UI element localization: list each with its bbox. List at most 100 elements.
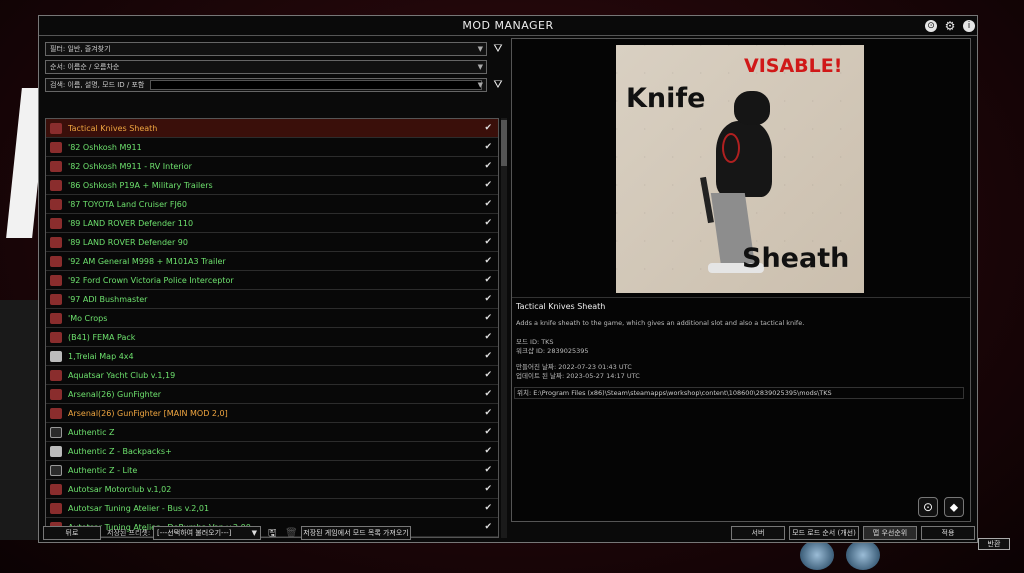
enabled-check-icon[interactable]: ✔ — [484, 138, 492, 157]
enabled-check-icon[interactable]: ✔ — [484, 461, 492, 480]
character-figure-part — [722, 133, 740, 163]
mod-list-item[interactable]: '92 Ford Crown Victoria Police Intercept… — [46, 271, 498, 290]
search-row: 검색: 이름, 설명, 모드 ID / 포함 ▼ — [45, 78, 487, 92]
mod-name: '82 Oshkosh M911 - RV Interior — [68, 162, 192, 171]
mod-list-item[interactable]: '89 LAND ROVER Defender 90 ✔ — [46, 233, 498, 252]
back-button[interactable]: 뒤로 — [43, 526, 101, 540]
knife-mod-icon — [50, 123, 62, 134]
filter-funnel-icon[interactable]: ⛛ — [491, 42, 505, 56]
enabled-check-icon[interactable]: ✔ — [484, 157, 492, 176]
load-order-button[interactable]: 모드 로드 순서 (개선) — [789, 526, 859, 540]
info-icon[interactable]: i — [963, 20, 975, 32]
filter-dropdown[interactable]: 필터: 일반, 즐겨찾기 ▼ — [45, 42, 487, 56]
tag-icon[interactable]: ⬥ — [944, 497, 964, 517]
enabled-check-icon[interactable]: ✔ — [484, 214, 492, 233]
mod-list-item[interactable]: '92 AM General M998 + M101A3 Trailer ✔ — [46, 252, 498, 271]
mod-manager-window: MOD MANAGER ⊙ ⚙ i 필터: 일반, 즐겨찾기 ▼ ⛛ 순서: 이… — [38, 15, 978, 543]
enabled-check-icon[interactable]: ✔ — [484, 385, 492, 404]
mod-list-item[interactable]: Arsenal(26) GunFighter [MAIN MOD 2,0] ✔ — [46, 404, 498, 423]
mod-list-item[interactable]: '97 ADI Bushmaster ✔ — [46, 290, 498, 309]
mod-name: Authentic Z - Backpacks+ — [68, 447, 172, 456]
knife-mod-icon — [50, 199, 62, 210]
mod-list-item[interactable]: Arsenal(26) GunFighter ✔ — [46, 385, 498, 404]
knife-mod-icon — [50, 332, 62, 343]
enabled-check-icon[interactable]: ✔ — [484, 347, 492, 366]
mod-list-item[interactable]: Tactical Knives Sheath ✔ — [46, 119, 498, 138]
preview-text-knife: Knife — [626, 83, 706, 114]
mod-list-item[interactable]: '82 Oshkosh M911 - RV Interior ✔ — [46, 157, 498, 176]
mod-list-item[interactable]: Autotsar Motorclub v.1,02 ✔ — [46, 480, 498, 499]
knife-mod-icon — [50, 408, 62, 419]
mod-list-item[interactable]: '87 TOYOTA Land Cruiser FJ60 ✔ — [46, 195, 498, 214]
mod-name: '92 Ford Crown Victoria Police Intercept… — [68, 276, 234, 285]
steam-icon[interactable]: ⊙ — [925, 20, 937, 32]
scrollbar-track[interactable] — [501, 118, 507, 538]
enabled-check-icon[interactable]: ✔ — [484, 290, 492, 309]
mod-list-item[interactable]: '86 Oshkosh P19A + Military Trailers ✔ — [46, 176, 498, 195]
enabled-check-icon[interactable]: ✔ — [484, 423, 492, 442]
enabled-check-icon[interactable]: ✔ — [484, 328, 492, 347]
knife-mod-icon — [50, 484, 62, 495]
mod-list-item[interactable]: Authentic Z - Lite ✔ — [46, 461, 498, 480]
enabled-check-icon[interactable]: ✔ — [484, 404, 492, 423]
enabled-check-icon[interactable]: ✔ — [484, 233, 492, 252]
enabled-check-icon[interactable]: ✔ — [484, 499, 492, 518]
enabled-check-icon[interactable]: ✔ — [484, 442, 492, 461]
chevron-down-icon: ▼ — [477, 81, 483, 89]
mod-list[interactable]: Tactical Knives Sheath ✔ '82 Oshkosh M911 ✔… — [45, 118, 499, 538]
mod-name: Tactical Knives Sheath — [68, 124, 158, 133]
enabled-check-icon[interactable]: ✔ — [484, 309, 492, 328]
mod-name: Autotsar Tuning Atelier - Bus v.2,01 — [68, 504, 210, 513]
mod-list-item[interactable]: Aquatsar Yacht Club v.1,19 ✔ — [46, 366, 498, 385]
enabled-check-icon[interactable]: ✔ — [484, 271, 492, 290]
mod-name: Authentic Z — [68, 428, 115, 437]
mod-list-item[interactable]: Authentic Z - Backpacks+ ✔ — [46, 442, 498, 461]
mod-list-item[interactable]: '82 Oshkosh M911 ✔ — [46, 138, 498, 157]
return-button[interactable]: 반환 — [978, 538, 1010, 550]
knife-mod-icon — [50, 503, 62, 514]
mod-list-item[interactable]: '89 LAND ROVER Defender 110 ✔ — [46, 214, 498, 233]
updated-date: 업데이트 된 날짜: 2023-05-27 14:17 UTC — [516, 372, 640, 380]
steam-workshop-icon[interactable]: ⊙ — [918, 497, 938, 517]
mod-name: Autotsar Motorclub v.1,02 — [68, 485, 172, 494]
title-bar: MOD MANAGER ⊙ ⚙ i — [39, 16, 977, 36]
enabled-check-icon[interactable]: ✔ — [484, 366, 492, 385]
mod-list-item[interactable]: Autotsar Tuning Atelier - Bus v.2,01 ✔ — [46, 499, 498, 518]
knife-mod-icon — [50, 294, 62, 305]
enabled-check-icon[interactable]: ✔ — [484, 195, 492, 214]
enabled-check-icon[interactable]: ✔ — [484, 119, 492, 138]
gear-icon[interactable]: ⚙ — [944, 20, 956, 32]
sort-dropdown[interactable]: 순서: 이름순 / 오름차순 ▼ — [45, 60, 487, 74]
mod-list-item[interactable]: (B41) FEMA Pack ✔ — [46, 328, 498, 347]
preview-text-visable: VISABLE! — [744, 55, 843, 77]
enabled-check-icon[interactable]: ✔ — [484, 176, 492, 195]
character-mod-icon — [50, 427, 62, 438]
scrollbar-thumb[interactable] — [501, 120, 507, 166]
clear-filter-icon[interactable]: ⛛ — [491, 78, 505, 92]
background-decoration-dark — [0, 300, 40, 540]
knife-mod-icon — [50, 237, 62, 248]
knife-mod-icon — [50, 370, 62, 381]
search-input[interactable] — [150, 80, 482, 90]
background-blob — [800, 540, 834, 570]
preset-select[interactable]: [---선택하여 불러오기---] ▼ — [153, 526, 261, 540]
chevron-down-icon: ▼ — [477, 63, 483, 71]
mod-name: Aquatsar Yacht Club v.1,19 — [68, 371, 176, 380]
delete-icon[interactable]: 🗑 — [285, 526, 298, 542]
chevron-down-icon: ▼ — [251, 529, 257, 537]
background-blob — [846, 540, 880, 570]
map-priority-button[interactable]: 맵 우선순위 — [863, 526, 917, 540]
preset-select-value: [---선택하여 불러오기---] — [157, 529, 232, 537]
load-from-save-button[interactable]: 저장된 게임에서 모드 목록 가져오기 — [301, 526, 411, 540]
mod-title: Tactical Knives Sheath — [516, 302, 606, 311]
character-figure-part — [734, 91, 770, 125]
mod-list-item[interactable]: 'Mo Crops ✔ — [46, 309, 498, 328]
mod-list-item[interactable]: 1,Trelai Map 4x4 ✔ — [46, 347, 498, 366]
mod-list-item[interactable]: Authentic Z ✔ — [46, 423, 498, 442]
enabled-check-icon[interactable]: ✔ — [484, 480, 492, 499]
apply-button[interactable]: 적용 — [921, 526, 975, 540]
server-button[interactable]: 서버 — [731, 526, 785, 540]
save-icon[interactable]: 🖫 — [268, 526, 277, 542]
enabled-check-icon[interactable]: ✔ — [484, 252, 492, 271]
knife-mod-icon — [50, 256, 62, 267]
